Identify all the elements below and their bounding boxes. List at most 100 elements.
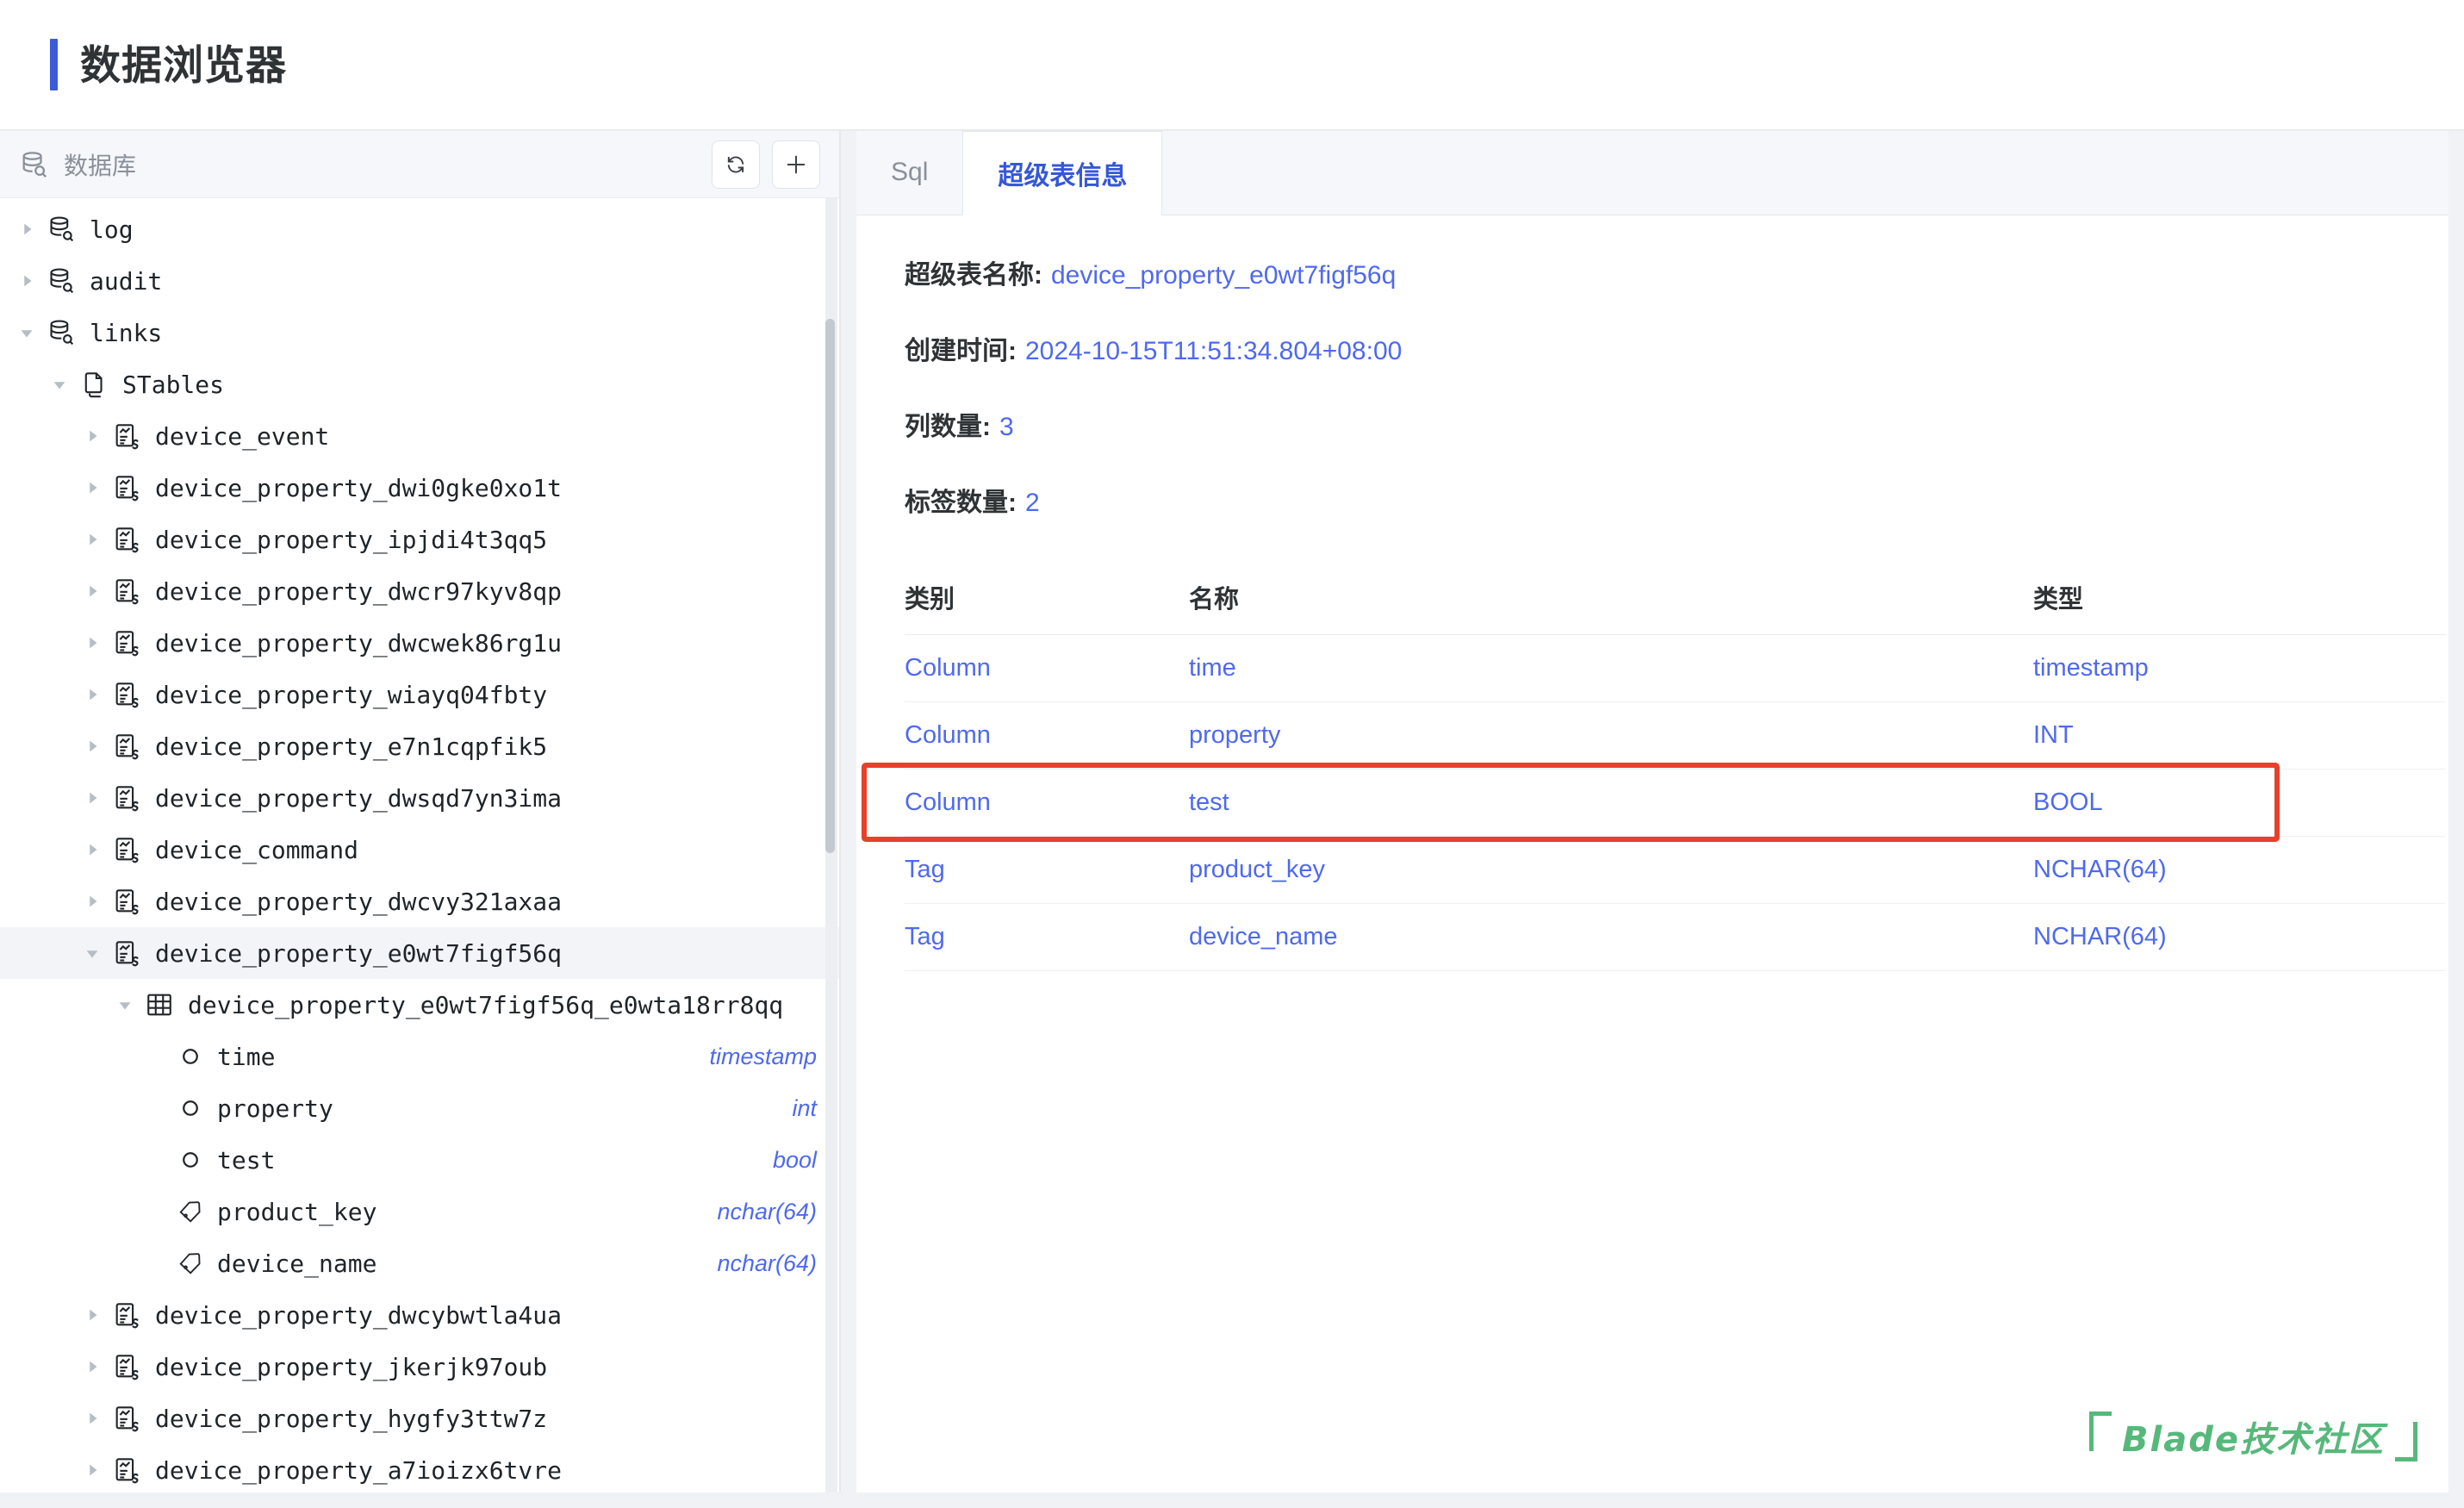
- tree-item[interactable]: device_property_dwcr97kyv8qp: [0, 565, 839, 617]
- info-value: device_property_e0wt7figf56q: [1051, 261, 1397, 290]
- title-wrap: 数据浏览器: [50, 39, 287, 90]
- tree-item-label: test: [217, 1145, 276, 1175]
- tree-item[interactable]: device_property_dwcvy321axaa: [0, 876, 839, 927]
- table-row[interactable]: Column time timestamp: [905, 634, 2445, 702]
- tree-item[interactable]: device_property_e0wt7figf56q_e0wta18rr8q…: [0, 979, 839, 1031]
- tree-item-label: device_property_hygfy3ttw7z: [155, 1404, 548, 1433]
- tag-icon: [177, 1199, 203, 1224]
- tree-item[interactable]: device_event: [0, 410, 839, 462]
- chevron-right-icon[interactable]: [81, 1304, 103, 1326]
- tree-item[interactable]: device_property_dwcybwtla4ua: [0, 1289, 839, 1341]
- tab-bar: Sql 超级表信息: [856, 131, 2448, 215]
- tree-item[interactable]: product_key nchar(64): [0, 1186, 839, 1237]
- chevron-right-icon[interactable]: [16, 218, 38, 240]
- stable-icon: [112, 835, 141, 864]
- tree-scrollbar-thumb[interactable]: [825, 319, 835, 853]
- stable-icon: [112, 576, 141, 606]
- stable-icon: [112, 938, 141, 968]
- tree-item[interactable]: device_property_ipjdi4t3qq5: [0, 514, 839, 565]
- info-label: 创建时间:: [905, 337, 1017, 365]
- chevron-down-icon[interactable]: [16, 321, 38, 344]
- chevron-down-icon[interactable]: [48, 373, 71, 396]
- table-row[interactable]: Tag device_name NCHAR(64): [905, 903, 2445, 971]
- page-header: 数据浏览器: [0, 0, 2464, 131]
- stable-icon: [112, 421, 141, 451]
- app-root: 数据浏览器 数据库 log audit links STables device…: [0, 0, 2464, 1508]
- tree-item[interactable]: device_property_jkerjk97oub: [0, 1341, 839, 1393]
- cell-name: time: [1189, 634, 2033, 702]
- add-database-button[interactable]: [772, 140, 820, 189]
- tree-item[interactable]: time timestamp: [0, 1031, 839, 1082]
- tree-item[interactable]: audit: [0, 255, 839, 307]
- stable-icon: [112, 1404, 141, 1433]
- tab-sql[interactable]: Sql: [856, 130, 962, 215]
- tree-item[interactable]: device_property_dwcwek86rg1u: [0, 617, 839, 669]
- watermark-text: Blade技术社区: [2122, 1420, 2385, 1460]
- tree-item-type: nchar(64): [717, 1249, 817, 1276]
- chevron-right-icon[interactable]: [81, 477, 103, 499]
- refresh-button[interactable]: [712, 140, 760, 189]
- table-body: Column time timestamp Column property INT Colu…: [905, 634, 2445, 971]
- tree-item-type: bool: [772, 1146, 817, 1173]
- tree-item-label: device_command: [155, 835, 359, 864]
- chevron-down-icon[interactable]: [81, 942, 103, 964]
- tree-item-label: STables: [122, 370, 225, 399]
- chevron-right-icon[interactable]: [81, 735, 103, 757]
- tree-item[interactable]: device_property_hygfy3ttw7z: [0, 1393, 839, 1444]
- tree-item[interactable]: device_property_dwsqd7yn3ima: [0, 772, 839, 824]
- tree-item[interactable]: property int: [0, 1082, 839, 1134]
- cell-category: Column: [905, 701, 1189, 770]
- table-row[interactable]: Column test BOOL: [905, 769, 2445, 837]
- stable-icon: [112, 1455, 141, 1485]
- cell-category: Tag: [905, 903, 1189, 971]
- table-head: 类别 名称 类型: [905, 564, 2445, 635]
- chevron-right-icon[interactable]: [81, 632, 103, 654]
- tree-item[interactable]: test bool: [0, 1134, 839, 1186]
- tree-item-label: log: [90, 215, 134, 244]
- tree-item-type: int: [792, 1094, 817, 1121]
- stable-icon: [112, 473, 141, 502]
- tree-item[interactable]: device_name nchar(64): [0, 1237, 839, 1289]
- tree-item[interactable]: device_property_a7ioizx6tvre: [0, 1444, 839, 1492]
- tab-stable-info[interactable]: 超级表信息: [962, 131, 1163, 215]
- cell-name: test: [1189, 769, 2033, 837]
- tree-item[interactable]: device_property_e7n1cqpfik5: [0, 720, 839, 772]
- chevron-right-icon[interactable]: [81, 1355, 103, 1378]
- chevron-right-icon[interactable]: [16, 270, 38, 292]
- stable-icon: [112, 628, 141, 657]
- watermark-corner-right-icon: [2395, 1422, 2417, 1461]
- watermark-corner-left-icon: [2089, 1411, 2112, 1451]
- tree-item[interactable]: STables: [0, 358, 839, 410]
- tree-item[interactable]: device_property_e0wt7figf56q: [0, 927, 839, 979]
- chevron-right-icon[interactable]: [81, 425, 103, 447]
- tree-item-label: device_property_ipjdi4t3qq5: [155, 525, 548, 554]
- tree-item[interactable]: log: [0, 203, 839, 255]
- database-search-icon: [19, 150, 48, 179]
- chevron-right-icon[interactable]: [81, 683, 103, 706]
- info-item: 创建时间: 2024-10-15T11:51:34.804+08:00: [905, 329, 1878, 405]
- tree-item[interactable]: device_command: [0, 824, 839, 876]
- info-value: 2: [1025, 489, 1040, 517]
- tree-item[interactable]: device_property_wiayq04fbty: [0, 669, 839, 720]
- chevron-right-icon[interactable]: [81, 1407, 103, 1430]
- chevron-right-icon[interactable]: [81, 1459, 103, 1481]
- chevron-right-icon[interactable]: [81, 890, 103, 913]
- chevron-right-icon[interactable]: [81, 528, 103, 551]
- tree-scrollbar-track[interactable]: [825, 198, 837, 1492]
- tree-item[interactable]: device_property_dwi0gke0xo1t: [0, 462, 839, 514]
- chevron-right-icon[interactable]: [81, 580, 103, 602]
- table-row[interactable]: Tag product_key NCHAR(64): [905, 836, 2445, 904]
- main-panel: Sql 超级表信息 超级表名称: device_property_e0wt7figf…: [856, 131, 2448, 1492]
- tree-item-label: device_property_dwcybwtla4ua: [155, 1300, 563, 1330]
- database-tree[interactable]: log audit links STables device_event device_p…: [0, 198, 839, 1492]
- table-row[interactable]: Column property INT: [905, 701, 2445, 770]
- chevron-right-icon[interactable]: [81, 787, 103, 809]
- stable-icon: [112, 783, 141, 813]
- tree-item[interactable]: links: [0, 307, 839, 358]
- tree-item-label: device_property_dwcwek86rg1u: [155, 628, 563, 657]
- chevron-right-icon[interactable]: [81, 838, 103, 861]
- chevron-down-icon[interactable]: [114, 994, 136, 1016]
- tree-item-label: device_property_dwcvy321axaa: [155, 887, 563, 916]
- tree-item-label: device_property_e0wt7figf56q: [155, 938, 563, 968]
- info-value: 3: [999, 413, 1014, 441]
